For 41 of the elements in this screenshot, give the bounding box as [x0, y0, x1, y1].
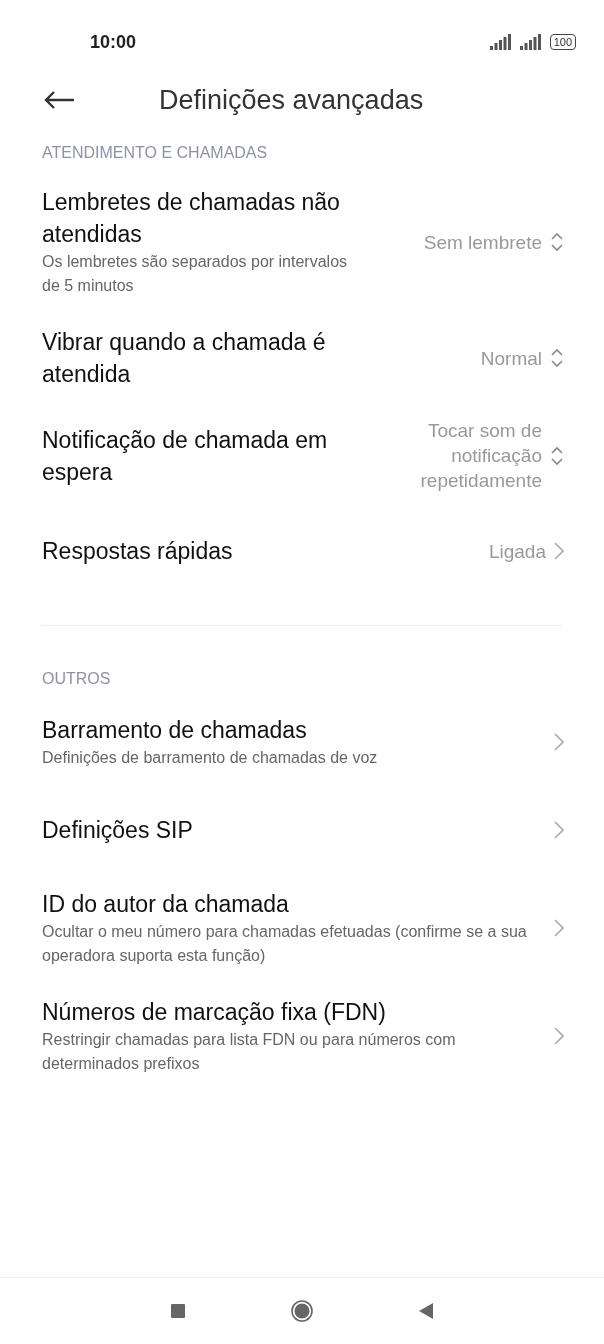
settings-item[interactable]: Números de marcação fixa (FDN) Restringir chamadas para lista FDN ou para números com determinados prefixos: [0, 982, 604, 1090]
settings-item[interactable]: Notificação de chamada em espera Tocar som de notificação repetidamente: [0, 404, 604, 507]
item-title: Números de marcação fixa (FDN): [42, 998, 387, 1027]
item-value: Normal: [480, 346, 542, 371]
item-description: Ocultar o meu número para chamadas efetuadas (confirme se a sua operadora suporta esta função): [42, 922, 528, 966]
item-title: Definições SIP: [42, 816, 194, 845]
chevron-icon: [554, 919, 564, 937]
chevron-icon: [554, 821, 564, 839]
item-title: Respostas rápidas: [42, 537, 234, 566]
back-nav-icon[interactable]: [419, 1303, 433, 1319]
item-value: Sem lembrete: [423, 230, 542, 255]
section-header: ATENDIMENTO E CHAMADAS: [41, 143, 269, 163]
item-title: Notificação de chamada em espera: [42, 425, 329, 487]
item-value: Ligada: [488, 539, 546, 564]
page-title: Definições avançadas: [159, 84, 424, 116]
settings-item[interactable]: Respostas rápidas Ligada: [0, 507, 604, 595]
signal-icon: [519, 34, 542, 50]
settings-item[interactable]: Definições SIP: [0, 786, 604, 874]
home-icon[interactable]: [291, 1300, 313, 1322]
section-header: OUTROS: [41, 669, 112, 689]
item-title: Barramento de chamadas: [42, 716, 308, 745]
updown-icon: [550, 232, 564, 252]
chevron-icon: [554, 542, 564, 560]
settings-item[interactable]: Barramento de chamadas Definições de barramento de chamadas de voz: [0, 698, 604, 786]
settings-item[interactable]: ID do autor da chamada Ocultar o meu número para chamadas efetuadas (confirme se a sua operadora suporta esta função): [0, 874, 604, 982]
settings-item[interactable]: Vibrar quando a chamada é atendida Normal: [0, 312, 604, 404]
chevron-icon: [554, 733, 564, 751]
status-time: 10:00: [90, 31, 137, 53]
settings-item[interactable]: Lembretes de chamadas não atendidas Os lembretes são separados por intervalos de 5 minutos Sem lembrete: [0, 172, 604, 312]
item-title: ID do autor da chamada: [42, 890, 290, 919]
item-value: Tocar som de notificação repetidamente: [419, 419, 542, 493]
item-title: Vibrar quando a chamada é atendida: [42, 328, 327, 389]
signal-icon: [489, 34, 512, 50]
item-title: Lembretes de chamadas não atendidas: [42, 188, 341, 249]
item-description: Restringir chamadas para lista FDN ou para números com determinados prefixos: [42, 1030, 457, 1074]
item-description: Os lembretes são separados por intervalos de 5 minutos: [42, 252, 349, 296]
battery-level: 100: [549, 34, 576, 50]
chevron-icon: [554, 1027, 564, 1045]
item-description: Definições de barramento de chamadas de voz: [42, 748, 379, 768]
updown-icon: [550, 348, 564, 368]
updown-icon: [550, 445, 564, 466]
